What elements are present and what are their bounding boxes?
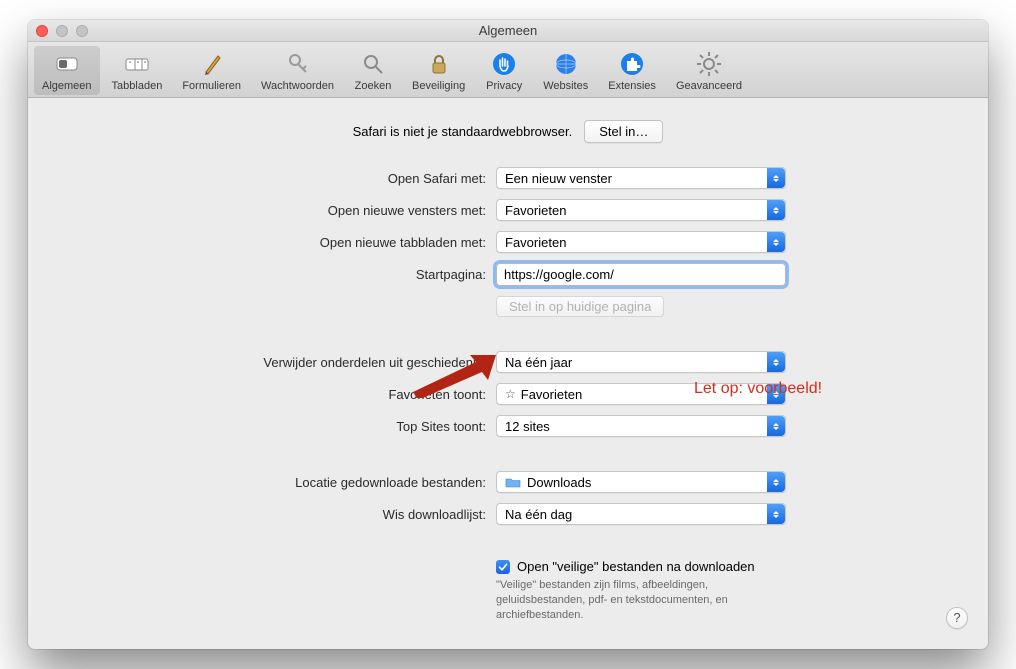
zoom-icon[interactable]: [76, 25, 88, 37]
tab-tabs[interactable]: Tabbladen: [104, 46, 171, 95]
check-icon: [498, 562, 508, 572]
tab-privacy[interactable]: Privacy: [477, 46, 531, 95]
chevron-updown-icon: [767, 168, 785, 188]
safe-open-hint: "Veilige" bestanden zijn films, afbeeldi…: [496, 578, 786, 623]
select-value: Favorieten: [505, 235, 566, 250]
tab-label: Formulieren: [182, 80, 241, 92]
new-tabs-label: Open nieuwe tabbladen met:: [56, 235, 496, 250]
open-safari-with-label: Open Safari met:: [56, 171, 496, 186]
window-title: Algemeen: [28, 23, 988, 38]
traffic-lights: [36, 25, 88, 37]
new-tabs-select[interactable]: Favorieten: [496, 231, 786, 253]
default-browser-text: Safari is niet je standaardwebbrowser.: [353, 124, 573, 139]
star-icon: ☆: [505, 387, 516, 401]
remove-history-select[interactable]: Na één jaar: [496, 351, 786, 373]
chevron-updown-icon: [767, 472, 785, 492]
key-icon: [284, 50, 312, 78]
switch-icon: [53, 50, 81, 78]
chevron-updown-icon: [767, 504, 785, 524]
hand-icon: [490, 50, 518, 78]
homepage-label: Startpagina:: [56, 267, 496, 282]
select-value: Favorieten: [505, 203, 566, 218]
open-safari-with-select[interactable]: Een nieuw venster: [496, 167, 786, 189]
tab-label: Websites: [543, 80, 588, 92]
tab-label: Extensies: [608, 80, 656, 92]
help-button[interactable]: ?: [946, 607, 968, 629]
safe-open-label: Open "veilige" bestanden na downloaden: [517, 559, 755, 574]
tab-label: Wachtwoorden: [261, 80, 334, 92]
set-default-button[interactable]: Stel in…: [584, 120, 663, 143]
tab-general[interactable]: Algemeen: [34, 46, 100, 95]
new-windows-select[interactable]: Favorieten: [496, 199, 786, 221]
close-icon[interactable]: [36, 25, 48, 37]
select-value: Na één dag: [505, 507, 572, 522]
annotation-text: Let op: voorbeeld!: [694, 380, 822, 398]
select-value: Favorieten: [521, 387, 582, 402]
tab-passwords[interactable]: Wachtwoorden: [253, 46, 342, 95]
lock-icon: [425, 50, 453, 78]
set-current-page-button[interactable]: Stel in op huidige pagina: [496, 296, 664, 317]
chevron-updown-icon: [767, 416, 785, 436]
topsites-label: Top Sites toont:: [56, 419, 496, 434]
tab-websites[interactable]: Websites: [535, 46, 596, 95]
tab-advanced[interactable]: Geavanceerd: [668, 46, 750, 95]
puzzle-icon: [618, 50, 646, 78]
new-windows-label: Open nieuwe vensters met:: [56, 203, 496, 218]
help-label: ?: [953, 610, 960, 625]
general-pane: Safari is niet je standaardwebbrowser. S…: [28, 98, 988, 649]
select-value: Na één jaar: [505, 355, 572, 370]
prefs-toolbar: Algemeen Tabbladen Formulieren Wachtwoor…: [28, 42, 988, 98]
clear-downloads-select[interactable]: Na één dag: [496, 503, 786, 525]
chevron-updown-icon: [767, 232, 785, 252]
tab-label: Beveiliging: [412, 80, 465, 92]
chevron-updown-icon: [767, 200, 785, 220]
select-value: Een nieuw venster: [505, 171, 612, 186]
download-location-select[interactable]: Downloads: [496, 471, 786, 493]
folder-icon: [505, 476, 521, 488]
download-location-label: Locatie gedownloade bestanden:: [56, 475, 496, 490]
globe-icon: [552, 50, 580, 78]
topsites-select[interactable]: 12 sites: [496, 415, 786, 437]
select-value: Downloads: [527, 475, 591, 490]
select-value: 12 sites: [505, 419, 550, 434]
pen-icon: [198, 50, 226, 78]
general-form: Open Safari met: Een nieuw venster Open …: [56, 167, 960, 623]
tab-label: Tabbladen: [112, 80, 163, 92]
preferences-window: Algemeen Algemeen Tabbladen Formulieren: [28, 20, 988, 649]
safe-open-checkbox[interactable]: [496, 560, 510, 574]
tabs-icon: [123, 50, 151, 78]
homepage-input[interactable]: [496, 263, 786, 286]
chevron-updown-icon: [767, 352, 785, 372]
tab-search[interactable]: Zoeken: [346, 46, 400, 95]
clear-downloads-label: Wis downloadlijst:: [56, 507, 496, 522]
tab-label: Algemeen: [42, 80, 92, 92]
tab-label: Geavanceerd: [676, 80, 742, 92]
titlebar: Algemeen: [28, 20, 988, 42]
magnifier-icon: [359, 50, 387, 78]
default-browser-row: Safari is niet je standaardwebbrowser. S…: [56, 120, 960, 143]
annotation-arrow-icon: [408, 350, 498, 398]
tab-label: Zoeken: [355, 80, 392, 92]
minimize-icon[interactable]: [56, 25, 68, 37]
tab-label: Privacy: [486, 80, 522, 92]
gear-icon: [695, 50, 723, 78]
tab-autofill[interactable]: Formulieren: [174, 46, 249, 95]
tab-extensions[interactable]: Extensies: [600, 46, 664, 95]
tab-security[interactable]: Beveiliging: [404, 46, 473, 95]
